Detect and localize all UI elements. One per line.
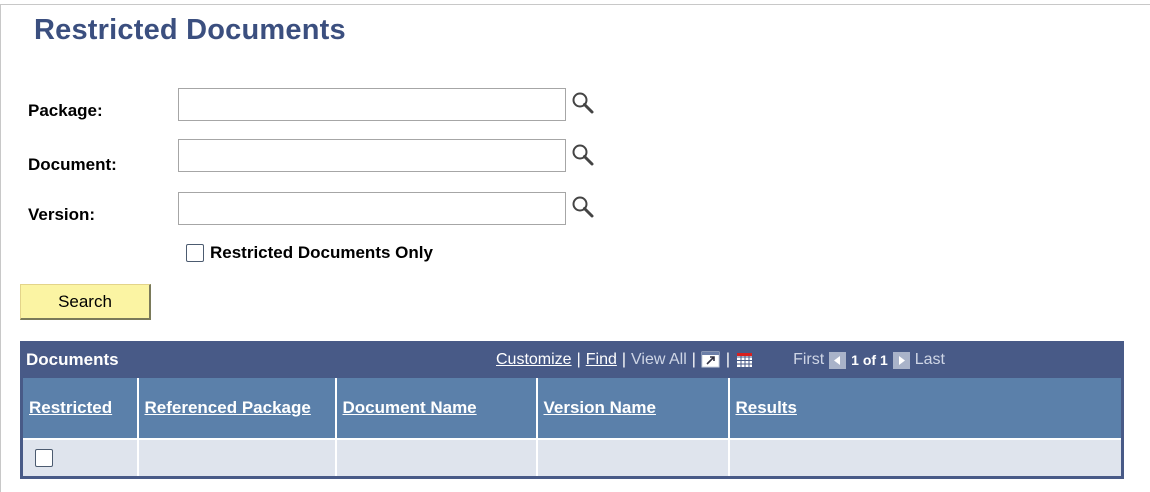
toolbar-separator: |: [691, 351, 696, 368]
page-range: 1 of 1: [851, 352, 888, 368]
column-header-version-name[interactable]: Version Name: [535, 378, 730, 440]
package-input[interactable]: [178, 88, 566, 121]
find-link[interactable]: Find: [586, 351, 617, 369]
new-window-icon[interactable]: [701, 351, 721, 369]
documents-grid: Restricted Referenced Package Document N…: [20, 378, 1124, 479]
document-name-cell: [334, 438, 538, 479]
last-label: Last: [914, 351, 945, 368]
row-restricted-checkbox[interactable]: [35, 448, 53, 467]
column-header-document-name[interactable]: Document Name: [334, 378, 538, 440]
view-all-text: View All: [631, 351, 687, 368]
restricted-only-label: Restricted Documents Only: [210, 243, 433, 262]
package-lookup-icon[interactable]: [569, 89, 597, 117]
grid-toolbar: Customize | Find | View All | | First 1 …: [496, 347, 945, 373]
document-label: Document:: [28, 155, 117, 174]
results-cell: [727, 438, 1124, 479]
toolbar-separator: |: [576, 351, 581, 368]
package-label: Package:: [28, 101, 103, 120]
column-header-results[interactable]: Results: [727, 378, 1124, 440]
page-title: Restricted Documents: [34, 14, 346, 46]
version-name-cell: [535, 438, 730, 479]
column-header-referenced-package[interactable]: Referenced Package: [136, 378, 337, 440]
spreadsheet-download-icon[interactable]: [735, 351, 755, 369]
version-input[interactable]: [178, 192, 566, 225]
grid-title: Documents: [26, 350, 119, 369]
version-lookup-icon[interactable]: [569, 193, 597, 221]
column-header-row: Restricted Referenced Package Document N…: [20, 378, 1124, 440]
customize-link[interactable]: Customize: [496, 351, 572, 369]
documents-grid-header: Documents Customize | Find | View All | …: [20, 341, 1124, 378]
document-lookup-icon[interactable]: [569, 141, 597, 169]
table-row: [20, 438, 1124, 479]
document-input[interactable]: [178, 139, 566, 172]
page-top-border: [0, 4, 1150, 5]
toolbar-separator: |: [621, 351, 627, 368]
page-left-border: [0, 4, 1, 492]
column-header-restricted[interactable]: Restricted: [20, 378, 139, 440]
version-label: Version:: [28, 205, 96, 224]
first-label: First: [793, 351, 825, 368]
restricted-cell: [20, 438, 139, 479]
referenced-package-cell: [136, 438, 337, 479]
toolbar-separator: |: [725, 351, 731, 368]
restricted-only-checkbox[interactable]: [186, 244, 204, 262]
next-arrow-icon[interactable]: [892, 351, 910, 369]
previous-arrow-icon[interactable]: [829, 351, 847, 369]
search-button[interactable]: Search: [20, 284, 151, 320]
